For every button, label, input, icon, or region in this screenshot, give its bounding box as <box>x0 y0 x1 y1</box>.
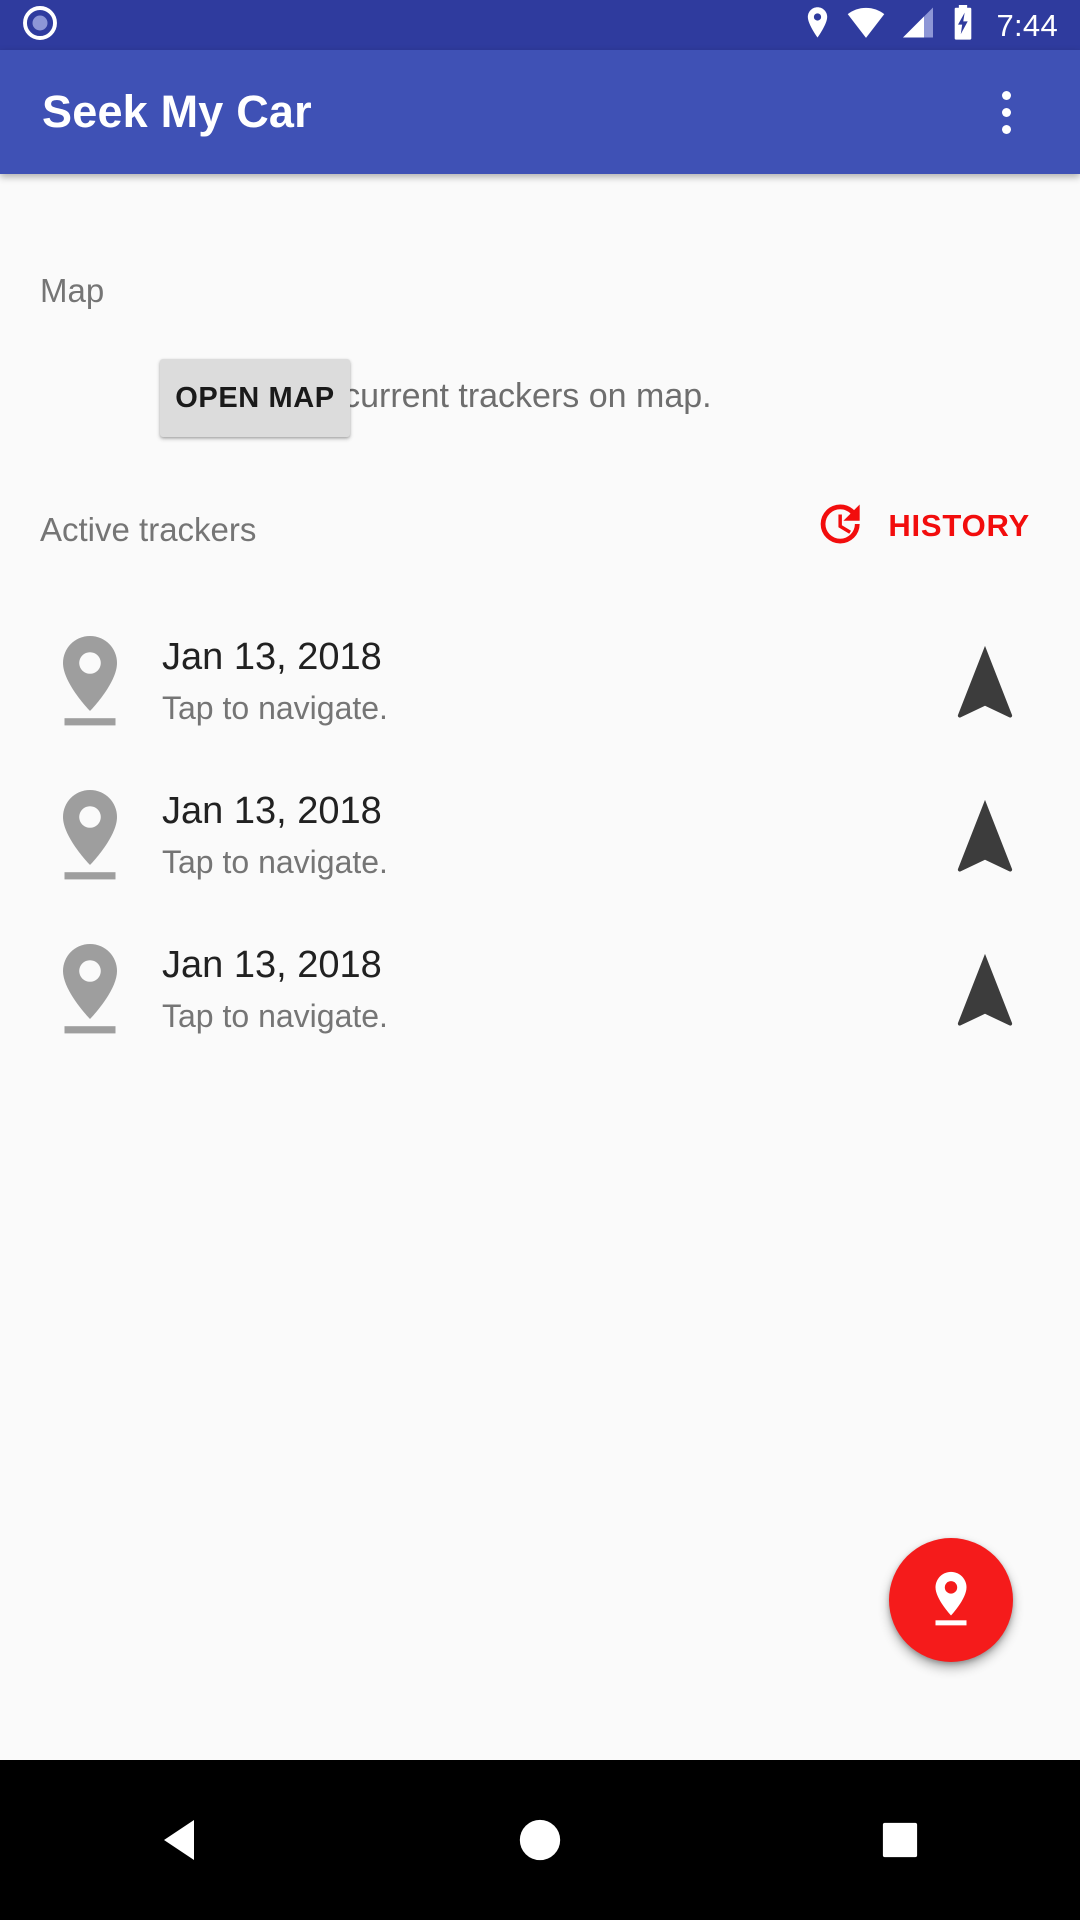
main-content: Map View your current trackers on map. O… <box>0 174 1080 1760</box>
tracker-item-text: Jan 13, 2018 Tap to navigate. <box>162 941 388 1038</box>
status-bar-right-icons: 7:44 <box>803 4 1058 46</box>
tracker-item-title: Jan 13, 2018 <box>162 635 382 678</box>
tracker-item-title: Jan 13, 2018 <box>162 943 382 986</box>
wifi-icon <box>847 6 885 44</box>
map-pin-icon <box>40 941 140 1037</box>
navigation-arrow-icon[interactable] <box>930 951 1040 1027</box>
tracker-item-subtitle: Tap to navigate. <box>162 998 388 1035</box>
back-triangle-icon[interactable] <box>0 1760 360 1920</box>
status-bar-clock: 7:44 <box>996 7 1058 43</box>
cell-signal-icon <box>900 6 936 44</box>
map-section-label: Map <box>40 272 105 309</box>
history-button[interactable]: HISTORY <box>808 492 1034 559</box>
tracker-item-text: Jan 13, 2018 Tap to navigate. <box>162 633 388 730</box>
location-icon <box>803 6 832 45</box>
more-vert-icon[interactable] <box>966 64 1046 160</box>
tracker-item-subtitle: Tap to navigate. <box>162 844 388 881</box>
history-clock-icon <box>812 498 864 553</box>
android-nav-bar <box>0 1760 1080 1920</box>
record-icon <box>22 5 58 46</box>
tracker-item-subtitle: Tap to navigate. <box>162 690 388 727</box>
active-trackers-label: Active trackers <box>40 511 257 548</box>
navigation-arrow-icon[interactable] <box>930 797 1040 873</box>
add-location-fab[interactable] <box>889 1538 1013 1662</box>
overflow-dot <box>1001 124 1011 134</box>
map-pin-icon <box>40 633 140 729</box>
tracker-item-title: Jan 13, 2018 <box>162 789 382 832</box>
app-title: Seek My Car <box>42 86 312 137</box>
tracker-list-item[interactable]: Jan 13, 2018 Tap to navigate. <box>0 912 1080 1066</box>
battery-charging-icon <box>951 4 975 46</box>
status-bar-left-icons <box>22 5 58 46</box>
add-location-pin-icon <box>925 1568 977 1633</box>
tracker-list-item[interactable]: Jan 13, 2018 Tap to navigate. <box>0 604 1080 758</box>
overflow-dot <box>1001 90 1011 100</box>
tracker-list-item[interactable]: Jan 13, 2018 Tap to navigate. <box>0 758 1080 912</box>
history-label: HISTORY <box>888 507 1030 543</box>
navigation-arrow-icon[interactable] <box>930 643 1040 719</box>
recents-square-icon[interactable] <box>720 1760 1080 1920</box>
app-screen: 7:44 Seek My Car Map View your current t… <box>0 0 1080 1920</box>
status-bar: 7:44 <box>0 0 1080 50</box>
map-pin-icon <box>40 787 140 883</box>
tracker-item-text: Jan 13, 2018 Tap to navigate. <box>162 787 388 884</box>
overflow-dot <box>1001 107 1011 117</box>
app-bar: Seek My Car <box>0 50 1080 174</box>
tracker-list: Jan 13, 2018 Tap to navigate. Jan 13, 20… <box>0 604 1080 1066</box>
home-circle-icon[interactable] <box>360 1760 720 1920</box>
open-map-button[interactable]: OPEN MAP <box>160 359 350 437</box>
